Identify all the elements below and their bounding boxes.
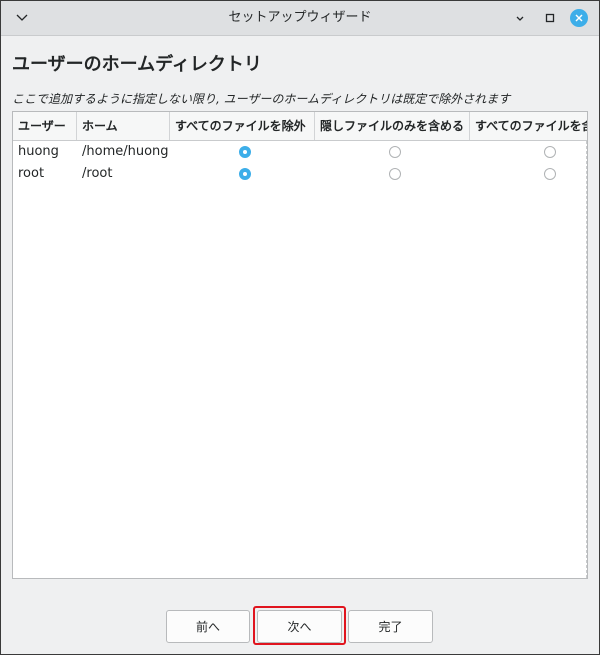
maximize-button[interactable] [539, 1, 561, 35]
include-all-radio[interactable] [544, 168, 556, 180]
finish-button[interactable]: 完了 [348, 610, 433, 643]
title-bar: セットアップウィザード [1, 1, 599, 36]
page-title: ユーザーのホームディレクトリ [12, 54, 262, 75]
home-cell: /home/huong [82, 144, 169, 159]
home-directory-table: ユーザー ホーム すべてのファイルを除外 隠しファイルのみを含める すべてのファ… [12, 111, 588, 579]
close-button[interactable] [568, 1, 590, 35]
column-header-include-hidden[interactable]: 隠しファイルのみを含める [315, 112, 470, 140]
home-cell: /root [82, 166, 113, 181]
column-header-exclude-all[interactable]: すべてのファイルを除外 [170, 112, 315, 140]
exclude-all-radio[interactable] [239, 146, 251, 158]
prev-button[interactable]: 前へ [166, 610, 250, 643]
close-button-circle [570, 9, 588, 27]
exclude-all-radio[interactable] [239, 168, 251, 180]
include-all-cell [470, 141, 587, 163]
include-hidden-radio[interactable] [389, 168, 401, 180]
include-hidden-cell [315, 163, 470, 185]
close-icon [575, 14, 583, 22]
table-body: huong /home/huong root /root [13, 141, 587, 185]
user-cell: huong [18, 144, 59, 159]
include-all-radio[interactable] [544, 146, 556, 158]
column-edge-guide [586, 141, 587, 578]
page-description: ここで追加するように指定しない限り, ユーザーのホームディレクトリは既定で除外さ… [12, 92, 511, 106]
exclude-all-cell [170, 163, 315, 185]
table-row[interactable]: root /root [13, 163, 587, 185]
column-header-user[interactable]: ユーザー [13, 112, 77, 140]
table-row[interactable]: huong /home/huong [13, 141, 587, 163]
include-hidden-radio[interactable] [389, 146, 401, 158]
minimize-button[interactable] [509, 1, 531, 35]
column-header-include-all[interactable]: すべてのファイルを含める [470, 112, 587, 140]
table-header: ユーザー ホーム すべてのファイルを除外 隠しファイルのみを含める すべてのファ… [13, 112, 587, 141]
maximize-icon [545, 13, 555, 23]
setup-wizard-window: セットアップウィザード ユーザーのホームディレクトリ ここで追加するように指定し… [0, 0, 600, 655]
exclude-all-cell [170, 141, 315, 163]
column-header-home[interactable]: ホーム [77, 112, 170, 140]
user-cell: root [18, 166, 45, 181]
include-hidden-cell [315, 141, 470, 163]
minimize-icon [516, 16, 524, 21]
include-all-cell [470, 163, 587, 185]
next-button[interactable]: 次へ [257, 610, 342, 643]
